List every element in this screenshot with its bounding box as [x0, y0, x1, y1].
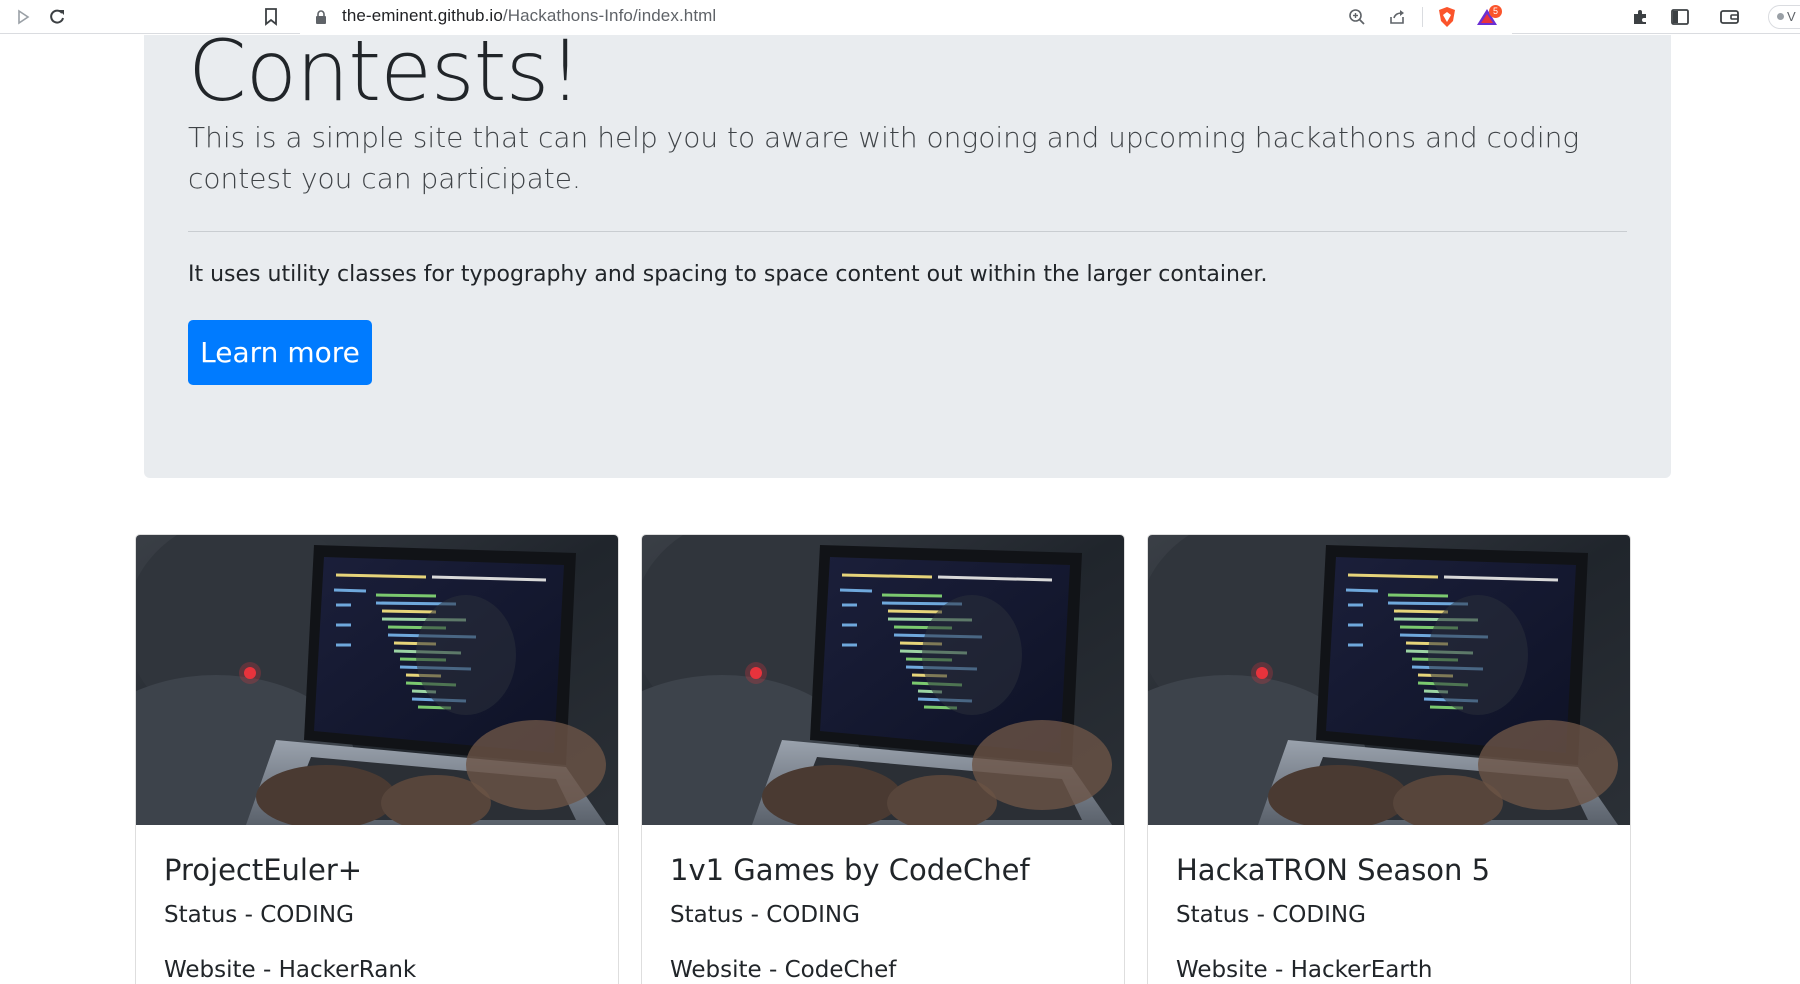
contest-card: 1v1 Games by CodeChef Status - CODING We…: [641, 534, 1125, 984]
divider: [188, 231, 1627, 232]
card-image: [642, 535, 1124, 825]
jumbotron: Contests! This is a simple site that can…: [144, 35, 1671, 478]
card-title: 1v1 Games by CodeChef: [670, 853, 1030, 887]
play-icon[interactable]: [10, 4, 36, 30]
url-text: the-eminent.github.io/Hackathons-Info/in…: [342, 6, 716, 26]
lead-text: This is a simple site that can help you …: [188, 121, 1580, 195]
sidebar-icon[interactable]: [1667, 4, 1693, 30]
rewards-badge: 5: [1489, 5, 1502, 18]
toolbar-separator: [1422, 7, 1423, 27]
card-body: 1v1 Games by CodeChef Status - CODING We…: [670, 853, 1100, 984]
card-image: [1148, 535, 1630, 825]
reload-icon[interactable]: [44, 4, 70, 30]
card-status: Status - CODING: [670, 902, 860, 928]
profile-label: V: [1787, 9, 1796, 24]
wallet-icon[interactable]: [1717, 4, 1743, 30]
jumbotron-text: It uses utility classes for typography a…: [188, 262, 1268, 287]
contest-card: HackaTRON Season 5 Status - CODING Websi…: [1147, 534, 1631, 984]
card-status: Status - CODING: [1176, 902, 1366, 928]
brave-rewards-icon[interactable]: 5: [1472, 4, 1504, 30]
card-status: Status - CODING: [164, 902, 354, 928]
card-title: HackaTRON Season 5: [1176, 853, 1491, 887]
url-domain: the-eminent.github.io: [342, 6, 503, 25]
card-website: Website - CodeChef: [670, 957, 897, 983]
extensions-icon[interactable]: [1627, 4, 1653, 30]
brave-shield-icon[interactable]: [1434, 4, 1460, 30]
lock-icon[interactable]: [308, 4, 334, 30]
learn-more-button[interactable]: Learn more: [188, 320, 372, 385]
zoom-icon[interactable]: [1344, 4, 1370, 30]
card-body: HackaTRON Season 5 Status - CODING Websi…: [1176, 853, 1606, 984]
browser-toolbar: the-eminent.github.io/Hackathons-Info/in…: [0, 0, 1800, 34]
card-website: Website - HackerRank: [164, 957, 417, 983]
card-body: ProjectEuler+ Status - CODING Website - …: [164, 853, 594, 984]
page-title: Contests!: [188, 35, 582, 120]
card-website: Website - HackerEarth: [1176, 957, 1433, 983]
profile-button[interactable]: V: [1768, 5, 1800, 29]
profile-status-dot: [1777, 13, 1784, 20]
page-viewport: Contests! This is a simple site that can…: [0, 35, 1800, 984]
bookmark-icon[interactable]: [258, 4, 284, 30]
address-bar[interactable]: the-eminent.github.io/Hackathons-Info/in…: [300, 0, 1512, 34]
contest-card: ProjectEuler+ Status - CODING Website - …: [135, 534, 619, 984]
share-icon[interactable]: [1384, 4, 1410, 30]
card-title: ProjectEuler+: [164, 853, 363, 887]
card-image: [136, 535, 618, 825]
url-path: /Hackathons-Info/index.html: [502, 6, 717, 25]
